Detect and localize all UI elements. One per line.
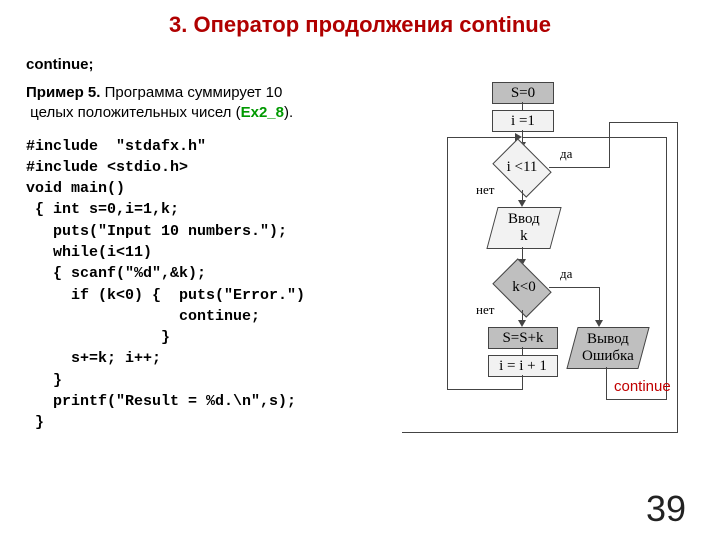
flow-box-ipp: i = i + 1 <box>488 355 558 377</box>
flow-cond1-no: нет <box>476 182 494 198</box>
flow-box-s0: S=0 <box>492 82 554 104</box>
example-description: Пример 5. Программа суммирует 10 целых п… <box>26 83 386 124</box>
flow-paral-error: Вывод Ошибка <box>566 327 649 369</box>
code-listing: #include "stdafx.h" #include <stdio.h> v… <box>26 136 386 434</box>
left-column: continue; Пример 5. Программа суммирует … <box>26 56 386 434</box>
page-number: 39 <box>646 488 686 530</box>
syntax-line: continue; <box>26 56 386 73</box>
flow-cond2-no: нет <box>476 302 494 318</box>
flow-box-i1: i =1 <box>492 110 554 132</box>
slide-title: 3. Оператор продолжения continue <box>0 12 720 38</box>
flow-cond2-label: k<0 <box>504 279 544 296</box>
example-label: Пример 5. <box>26 84 100 101</box>
flow-cond1-label: i <11 <box>500 159 544 176</box>
example-text1: Программа суммирует 10 <box>100 84 282 101</box>
flow-cond1-yes: да <box>560 146 572 162</box>
example-text2: целых положительных чисел ( <box>30 104 240 121</box>
flowchart: S=0 i =1 i <11 да нет Ввод k k<0 да нет … <box>392 82 692 482</box>
flow-paral-input: Ввод k <box>486 207 561 249</box>
flow-box-ssk: S=S+k <box>488 327 558 349</box>
example-ref: Ex2_8 <box>241 104 284 121</box>
continue-label: continue <box>614 378 671 395</box>
flow-cond2-yes: да <box>560 266 572 282</box>
example-text3: ). <box>284 104 293 121</box>
